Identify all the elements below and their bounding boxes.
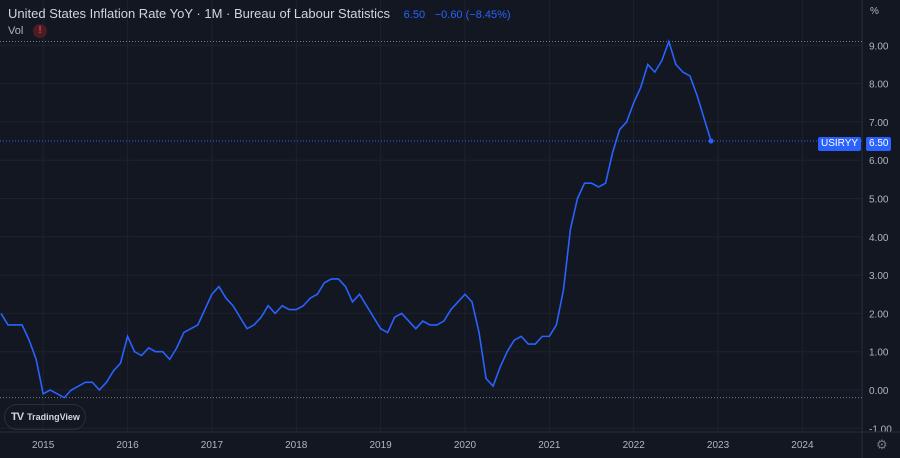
legend-value: 6.50 xyxy=(403,9,426,21)
x-tick-label: 2022 xyxy=(623,440,646,451)
x-tick-label: 2020 xyxy=(454,440,477,451)
x-tick-label: 2018 xyxy=(285,440,308,451)
y-tick-label: 9.00 xyxy=(869,41,889,52)
y-tick-label: 8.00 xyxy=(869,80,889,91)
y-tick-label: 7.00 xyxy=(869,118,889,129)
chart-legend: United States Inflation Rate YoY · 1M · … xyxy=(8,6,511,21)
logo-text: TradingView xyxy=(27,412,80,422)
chart-canvas[interactable]: -1.00 0.00 1.00 2.00 3.00 4.00 5.00 6.00 7.00 8.0… xyxy=(0,0,900,458)
axis-unit: % xyxy=(870,6,879,17)
tradingview-logo-icon: TV xyxy=(11,411,24,423)
x-tick-label: 2021 xyxy=(538,440,561,451)
x-tick-label: 2024 xyxy=(791,440,814,451)
x-tick-label: 2019 xyxy=(369,440,392,451)
y-tick-label: 1.00 xyxy=(869,348,889,359)
y-tick-label: 6.00 xyxy=(869,156,889,167)
tradingview-logo[interactable]: TV TradingView xyxy=(4,404,86,430)
legend-title: United States Inflation Rate YoY · 1M · … xyxy=(8,6,391,21)
vol-label[interactable]: Vol xyxy=(8,25,23,37)
symbol-tag: USIRYY xyxy=(818,137,862,151)
warning-icon[interactable]: ! xyxy=(33,24,47,38)
y-tick-label: -1.00 xyxy=(869,424,892,435)
y-tick-label: 3.00 xyxy=(869,271,889,282)
series-line-usiryy xyxy=(0,38,712,399)
y-tick-label: 2.00 xyxy=(869,309,889,320)
y-tick-label: 4.00 xyxy=(869,233,889,244)
y-tick-label: 0.00 xyxy=(869,386,889,397)
y-tick-label: 5.00 xyxy=(869,195,889,206)
x-tick-label: 2016 xyxy=(116,440,139,451)
settings-gear-icon[interactable]: ⚙ xyxy=(876,437,888,453)
x-tick-label: 2017 xyxy=(201,440,224,451)
price-tag: 6.50 xyxy=(866,137,892,151)
x-tick-label: 2015 xyxy=(32,440,55,451)
data-point xyxy=(708,138,714,144)
legend-change: −0.60 (−8.45%) xyxy=(434,9,511,21)
x-tick-label: 2023 xyxy=(707,440,730,451)
